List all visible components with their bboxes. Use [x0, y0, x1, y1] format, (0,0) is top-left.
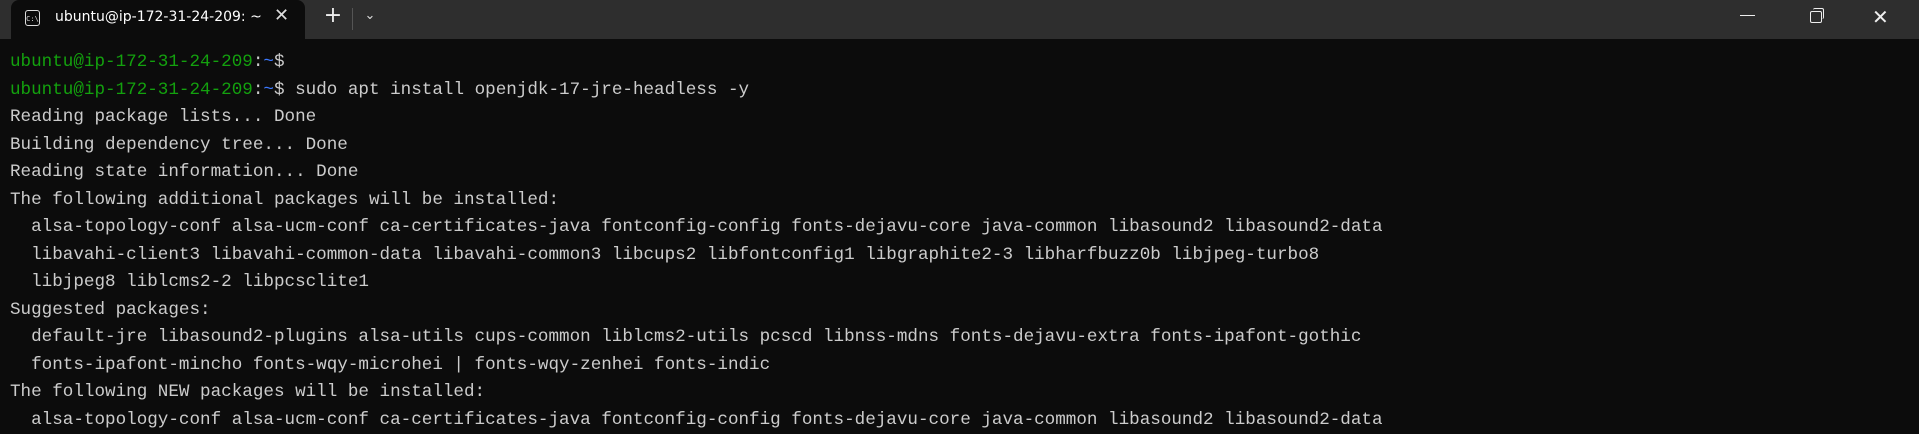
prompt-line: ubuntu@ip-172-31-24-209:~$ sudo apt inst…: [10, 77, 1383, 105]
prompt-sep: :: [253, 80, 264, 100]
output-line: The following additional packages will b…: [10, 187, 1383, 215]
title-bar: C:\ ubuntu@ip-172-31-24-209: ~ ✕ + ⌄ ✕: [0, 0, 1919, 39]
output-line: libavahi-client3 libavahi-common-data li…: [10, 242, 1383, 270]
output-line: Suggested packages:: [10, 297, 1383, 325]
chevron-down-icon[interactable]: ⌄: [360, 8, 380, 23]
tab-terminal[interactable]: C:\ ubuntu@ip-172-31-24-209: ~ ✕: [11, 0, 305, 39]
close-window-button[interactable]: ✕: [1862, 0, 1908, 39]
close-icon: ✕: [1872, 5, 1889, 29]
output-line: The following NEW packages will be insta…: [10, 379, 1383, 407]
divider: [352, 8, 353, 30]
new-tab-button[interactable]: +: [320, 3, 346, 28]
output-line: Building dependency tree... Done: [10, 132, 1383, 160]
prompt-user: ubuntu@ip-172-31-24-209: [10, 80, 253, 100]
minimize-button[interactable]: [1724, 0, 1770, 39]
command-text: sudo apt install openjdk-17-jre-headless…: [285, 80, 750, 100]
tab-title: ubuntu@ip-172-31-24-209: ~: [55, 9, 262, 25]
close-tab-icon[interactable]: ✕: [274, 5, 289, 26]
output-line: alsa-topology-conf alsa-ucm-conf ca-cert…: [10, 407, 1383, 434]
output-line: libjpeg8 liblcms2-2 libpcsclite1: [10, 269, 1383, 297]
prompt-symbol: $: [274, 80, 285, 100]
prompt-user: ubuntu@ip-172-31-24-209: [10, 52, 253, 72]
prompt-symbol: $: [274, 52, 285, 72]
prompt-line: ubuntu@ip-172-31-24-209:~$: [10, 49, 1383, 77]
prompt-path: ~: [263, 52, 274, 72]
output-line: default-jre libasound2-plugins alsa-util…: [10, 324, 1383, 352]
prompt-path: ~: [263, 80, 274, 100]
output-line: fonts-ipafont-mincho fonts-wqy-microhei …: [10, 352, 1383, 380]
restore-button[interactable]: [1793, 0, 1839, 39]
output-line: Reading package lists... Done: [10, 104, 1383, 132]
output-line: Reading state information... Done: [10, 159, 1383, 187]
output-line: alsa-topology-conf alsa-ucm-conf ca-cert…: [10, 214, 1383, 242]
prompt-sep: :: [253, 52, 264, 72]
terminal-icon: C:\: [25, 10, 40, 26]
terminal-output[interactable]: ubuntu@ip-172-31-24-209:~$ubuntu@ip-172-…: [10, 49, 1383, 434]
